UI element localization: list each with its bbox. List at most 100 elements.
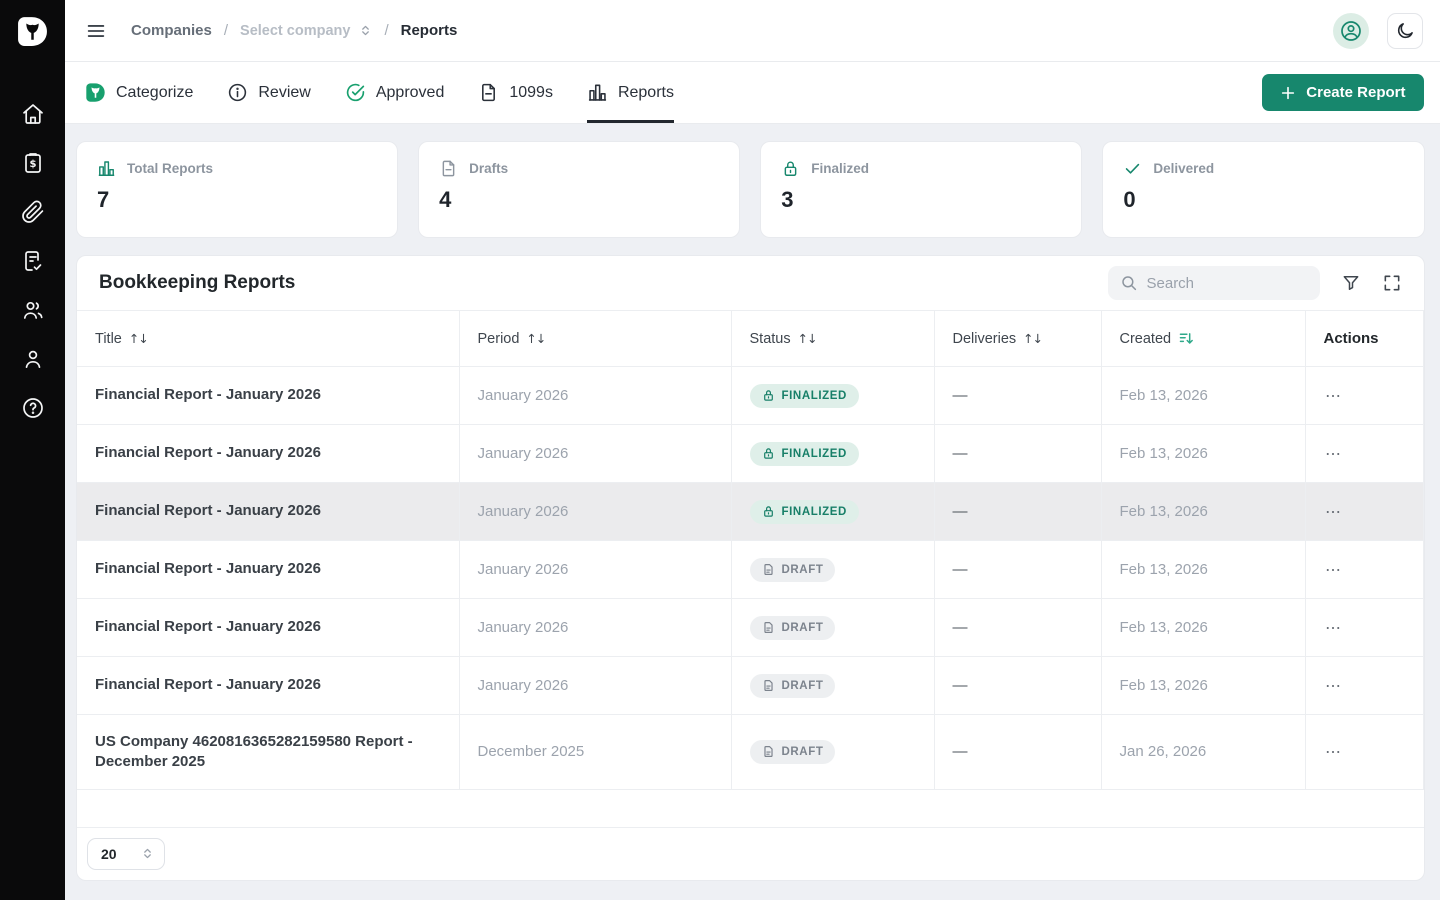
table-row[interactable]: Financial Report - January 2026 January … [77, 657, 1423, 715]
stat-label: Drafts [469, 161, 508, 176]
stat-value: 3 [781, 187, 1061, 213]
tab-reports[interactable]: Reports [587, 62, 674, 123]
ellipsis-icon [1324, 503, 1342, 521]
table-row[interactable]: Financial Report - January 2026 January … [77, 483, 1423, 541]
team-users-icon[interactable] [21, 298, 45, 322]
row-actions-button[interactable] [1324, 444, 1350, 464]
tabs: Categorize Review Approved [85, 62, 674, 123]
table-row[interactable]: Financial Report - January 2026 January … [77, 541, 1423, 599]
stat-cards: Total Reports 7 Drafts 4 Finalized [76, 141, 1425, 238]
tab-review[interactable]: Review [227, 62, 310, 123]
topbar: Companies / Select company / Reports [65, 0, 1440, 62]
reports-file-check-icon[interactable] [21, 249, 45, 273]
app-logo[interactable] [0, 0, 65, 62]
ellipsis-icon [1324, 619, 1342, 637]
profile-person-icon[interactable] [21, 347, 45, 371]
check-icon [1123, 159, 1142, 178]
page-size-select[interactable]: 20 [87, 838, 165, 870]
main-area: Companies / Select company / Reports [65, 0, 1440, 900]
table-row[interactable]: Financial Report - January 2026 January … [77, 599, 1423, 657]
stat-card-finalized: Finalized 3 [760, 141, 1082, 238]
bar-chart-icon [97, 159, 116, 178]
create-report-label: Create Report [1306, 84, 1405, 101]
row-actions-button[interactable] [1324, 618, 1350, 638]
column-header-deliveries[interactable]: Deliveries↑↓ [934, 311, 1101, 367]
report-created: Jan 26, 2026 [1101, 715, 1305, 789]
report-created: Feb 13, 2026 [1101, 541, 1305, 599]
row-actions-button[interactable] [1324, 560, 1350, 580]
lock-icon [762, 447, 775, 460]
report-deliveries: — [934, 657, 1101, 715]
moon-icon [1395, 21, 1415, 41]
row-actions-button[interactable] [1324, 742, 1350, 762]
report-period: December 2025 [459, 715, 731, 789]
column-header-created[interactable]: Created [1101, 311, 1305, 367]
table-row[interactable]: Financial Report - January 2026 January … [77, 425, 1423, 483]
info-circle-icon [227, 82, 248, 103]
expand-icon[interactable] [1382, 273, 1402, 293]
ellipsis-icon [1324, 561, 1342, 579]
create-report-button[interactable]: Create Report [1262, 74, 1423, 111]
filter-icon[interactable] [1341, 273, 1361, 293]
column-header-actions: Actions [1305, 311, 1423, 367]
sort-icon: ↑↓ [798, 331, 817, 346]
search-icon [1120, 274, 1138, 292]
report-tabbar: Categorize Review Approved [65, 62, 1440, 124]
status-badge: FINALIZED [750, 442, 859, 466]
table-row[interactable]: US Company 4620816365282159580 Report - … [77, 715, 1423, 789]
stat-value: 7 [97, 187, 377, 213]
report-period: January 2026 [459, 425, 731, 483]
column-header-title[interactable]: Title↑↓ [77, 311, 459, 367]
reports-table: Title↑↓ Period↑↓ Status↑↓ Deliveries↑↓ C… [77, 310, 1424, 789]
column-header-period[interactable]: Period↑↓ [459, 311, 731, 367]
bookkeeping-clipboard-icon[interactable]: $ [21, 151, 45, 175]
report-title: Financial Report - January 2026 [77, 483, 459, 541]
avatar[interactable] [1333, 13, 1369, 49]
row-actions-button[interactable] [1324, 502, 1350, 522]
column-header-status[interactable]: Status↑↓ [731, 311, 934, 367]
sidebar: $ [0, 0, 65, 900]
report-created: Feb 13, 2026 [1101, 367, 1305, 425]
report-created: Feb 13, 2026 [1101, 599, 1305, 657]
report-period: January 2026 [459, 657, 731, 715]
stat-card-total-reports: Total Reports 7 [76, 141, 398, 238]
report-period: January 2026 [459, 483, 731, 541]
status-badge: FINALIZED [750, 500, 859, 524]
status-badge: DRAFT [750, 740, 836, 764]
row-actions-button[interactable] [1324, 386, 1350, 406]
hamburger-icon[interactable] [85, 20, 107, 42]
bookkeeping-reports-panel: Bookkeeping Reports [76, 255, 1425, 881]
lock-icon [762, 505, 775, 518]
tab-categorize[interactable]: Categorize [85, 62, 193, 123]
row-actions-button[interactable] [1324, 676, 1350, 696]
report-deliveries: — [934, 715, 1101, 789]
tab-1099s[interactable]: 1099s [478, 62, 553, 123]
tab-approved[interactable]: Approved [345, 62, 445, 123]
status-badge: DRAFT [750, 616, 836, 640]
status-badge: DRAFT [750, 558, 836, 582]
breadcrumb-companies[interactable]: Companies [131, 22, 212, 39]
sidebar-nav: $ [21, 102, 45, 420]
home-icon[interactable] [21, 102, 45, 126]
report-title: US Company 4620816365282159580 Report - … [77, 715, 459, 789]
report-title: Financial Report - January 2026 [77, 367, 459, 425]
document-icon [762, 679, 775, 692]
ellipsis-icon [1324, 743, 1342, 761]
company-selector[interactable]: Select company [240, 23, 372, 39]
dark-mode-toggle[interactable] [1387, 13, 1423, 49]
bar-chart-icon [587, 82, 608, 103]
panel-title: Bookkeeping Reports [99, 272, 295, 294]
ellipsis-icon [1324, 677, 1342, 695]
report-deliveries: — [934, 425, 1101, 483]
report-deliveries: — [934, 541, 1101, 599]
document-icon [478, 82, 499, 103]
paperclip-icon[interactable] [21, 200, 45, 224]
tab-label: Approved [376, 84, 445, 102]
search-input[interactable] [1147, 275, 1308, 292]
table-row[interactable]: Financial Report - January 2026 January … [77, 367, 1423, 425]
tab-label: Categorize [116, 84, 193, 102]
lock-icon [762, 389, 775, 402]
document-icon [439, 159, 458, 178]
tab-label: Reports [618, 84, 674, 102]
help-icon[interactable] [21, 396, 45, 420]
